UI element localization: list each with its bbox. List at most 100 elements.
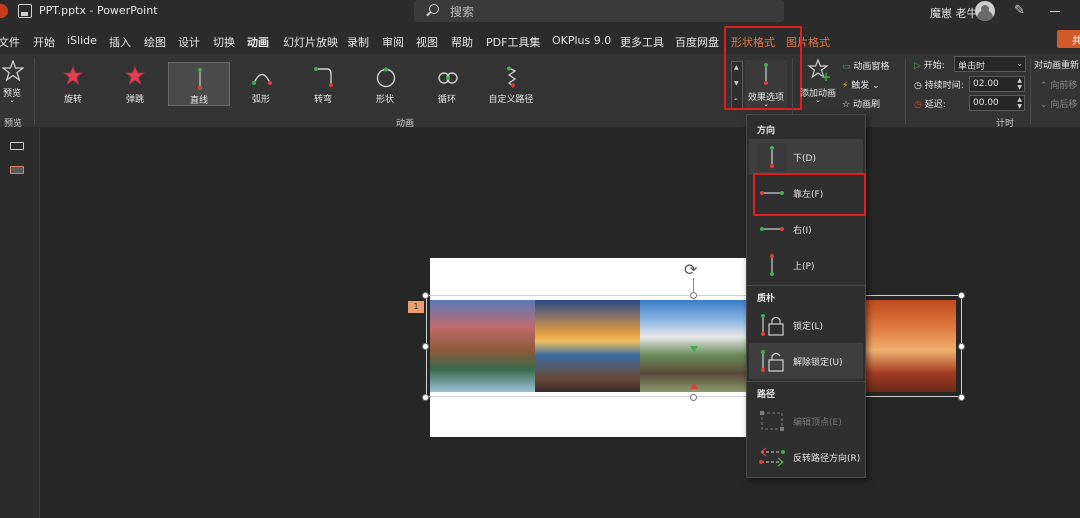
rotation-stem bbox=[693, 278, 694, 293]
slide-thumbnail[interactable] bbox=[10, 166, 24, 174]
resize-handle[interactable] bbox=[958, 343, 965, 350]
move-later-button[interactable]: ⌄ 向后移 bbox=[1040, 97, 1077, 110]
trigger-button[interactable]: ⚡ 触发 ⌄ bbox=[842, 78, 880, 91]
search-placeholder: 搜索 bbox=[450, 5, 475, 19]
rotate-handle-icon[interactable]: ⟳ bbox=[684, 260, 697, 279]
menu-item-down-label: 下(D) bbox=[793, 154, 816, 164]
delay-value: 00.00 bbox=[973, 98, 999, 108]
slide-thumbnail[interactable] bbox=[10, 142, 24, 150]
menu-item-reverse-path[interactable]: 反转路径方向(R) bbox=[749, 439, 863, 475]
anim-shape-button[interactable]: 形状 bbox=[356, 62, 414, 106]
menu-item-up[interactable]: 上(P) bbox=[749, 247, 863, 283]
pen-icon[interactable]: ✎ bbox=[1014, 3, 1028, 19]
resize-handle[interactable] bbox=[422, 292, 429, 299]
tab-file[interactable]: 文件 bbox=[0, 34, 20, 50]
menu-item-reverse-path-label: 反转路径方向(R) bbox=[793, 454, 861, 464]
tab-more-tools[interactable]: 更多工具 bbox=[620, 34, 664, 50]
menu-item-down[interactable]: 下(D) bbox=[749, 139, 863, 175]
file-name: PPT.pptx bbox=[39, 4, 86, 17]
add-star-icon bbox=[807, 58, 830, 81]
direction-header: 方向 bbox=[757, 126, 776, 136]
search-icon bbox=[429, 4, 439, 14]
move-earlier-button[interactable]: ⌃ 向前移 bbox=[1040, 78, 1077, 91]
animation-pane-label: 动画窗格 bbox=[853, 62, 890, 72]
tab-review[interactable]: 审阅 bbox=[382, 34, 404, 50]
menu-item-right[interactable]: 右(I) bbox=[749, 211, 863, 247]
duration-input[interactable]: 02.00 ▲ ▼ bbox=[969, 76, 1025, 92]
resize-handle[interactable] bbox=[690, 394, 697, 401]
tab-design[interactable]: 设计 bbox=[178, 34, 200, 50]
avatar[interactable] bbox=[975, 1, 995, 21]
group-divider bbox=[1030, 58, 1031, 124]
resize-handle[interactable] bbox=[422, 343, 429, 350]
tab-animations[interactable]: 动画 bbox=[247, 34, 269, 56]
powerpoint-logo-icon bbox=[0, 4, 8, 18]
tab-transitions[interactable]: 切换 bbox=[213, 34, 235, 50]
animation-pane-button[interactable]: ▭ 动画窗格 bbox=[842, 59, 889, 72]
animation-pane-icon: ▭ bbox=[842, 62, 851, 72]
line-path-icon bbox=[198, 68, 202, 90]
animation-group-label: 动画 bbox=[396, 119, 415, 129]
share-button[interactable]: 共 bbox=[1057, 30, 1080, 48]
delay-input[interactable]: 00.00 ▲ ▼ bbox=[969, 95, 1025, 111]
anim-loop-button[interactable]: 循环 bbox=[418, 62, 476, 106]
resize-handle[interactable] bbox=[958, 292, 965, 299]
chevron-down-icon: ⌄ bbox=[1040, 100, 1048, 110]
clock-icon: ◷ bbox=[914, 81, 922, 91]
minimize-button[interactable] bbox=[1050, 11, 1060, 12]
anim-bounce-button[interactable]: 弹跳 bbox=[106, 62, 164, 106]
animation-order-tag[interactable]: 1 bbox=[408, 301, 424, 313]
chevron-down-icon: ⌄ bbox=[872, 81, 880, 91]
menu-item-edit-points[interactable]: 编辑顶点(E) bbox=[749, 403, 863, 439]
anim-custom-path-label: 自定义路径 bbox=[488, 95, 534, 105]
chevron-up-icon: ⌃ bbox=[1040, 81, 1048, 91]
anim-arc-button[interactable]: 弧形 bbox=[232, 62, 290, 106]
tab-insert[interactable]: 插入 bbox=[109, 34, 131, 50]
anim-shape-label: 形状 bbox=[375, 95, 394, 105]
tab-okplus[interactable]: OKPlus 9.0 bbox=[552, 34, 611, 47]
motion-path-end-marker[interactable] bbox=[690, 383, 698, 389]
search-box[interactable]: 搜索 bbox=[414, 0, 784, 22]
stepper-icon[interactable]: ▲ ▼ bbox=[1017, 77, 1022, 91]
effect-options-highlight bbox=[724, 26, 802, 110]
tab-pdf-tools[interactable]: PDF工具集 bbox=[486, 34, 540, 50]
motion-path-start-marker[interactable] bbox=[690, 346, 698, 352]
anim-custom-path-button[interactable]: 自定义路径 bbox=[480, 62, 542, 106]
reverse-path-icon bbox=[759, 447, 785, 467]
start-select[interactable]: 单击时 ⌄ bbox=[954, 56, 1026, 72]
duration-value: 02.00 bbox=[973, 79, 999, 89]
right-path-icon bbox=[760, 227, 784, 231]
tab-home[interactable]: 开始 bbox=[33, 34, 55, 50]
anim-turn-button[interactable]: 转弯 bbox=[294, 62, 352, 106]
anim-turn-label: 转弯 bbox=[313, 95, 332, 105]
stepper-icon[interactable]: ▲ ▼ bbox=[1017, 96, 1022, 110]
tab-islide[interactable]: iSlide bbox=[67, 34, 97, 47]
menu-item-unlock[interactable]: 解除锁定(U) bbox=[749, 343, 863, 379]
tab-view[interactable]: 视图 bbox=[416, 34, 438, 50]
tab-draw[interactable]: 绘图 bbox=[144, 34, 166, 50]
preview-button[interactable]: 预览 ⌄ bbox=[0, 58, 32, 108]
save-icon[interactable] bbox=[18, 4, 32, 18]
resize-handle[interactable] bbox=[958, 394, 965, 401]
star-outline-icon bbox=[2, 60, 24, 82]
menu-divider bbox=[747, 381, 865, 382]
tab-help[interactable]: 帮助 bbox=[451, 34, 473, 50]
resize-handle[interactable] bbox=[422, 394, 429, 401]
resize-handle[interactable] bbox=[690, 292, 697, 299]
tab-baidu-netdisk[interactable]: 百度网盘 bbox=[675, 34, 719, 50]
unlock-icon bbox=[761, 350, 784, 372]
group-divider bbox=[905, 58, 906, 124]
tab-record[interactable]: 录制 bbox=[347, 34, 369, 50]
red-star-icon bbox=[63, 66, 83, 85]
anim-line-button[interactable]: 直线 bbox=[168, 62, 230, 106]
chevron-down-icon: ⌄ bbox=[9, 96, 15, 104]
play-icon: ▷ bbox=[914, 61, 921, 71]
anim-spin-button[interactable]: 旋转 bbox=[44, 62, 102, 106]
menu-item-lock[interactable]: 锁定(L) bbox=[749, 307, 863, 343]
animation-painter-button[interactable]: ☆ 动画刷 bbox=[842, 97, 880, 110]
arc-path-icon bbox=[252, 73, 272, 85]
tab-slideshow[interactable]: 幻灯片放映 bbox=[283, 34, 338, 50]
painter-star-icon: ☆ bbox=[842, 100, 851, 110]
chevron-down-icon: ⌄ bbox=[1016, 59, 1023, 68]
add-animation-button[interactable]: 添加动画 ⌄ bbox=[796, 58, 840, 108]
